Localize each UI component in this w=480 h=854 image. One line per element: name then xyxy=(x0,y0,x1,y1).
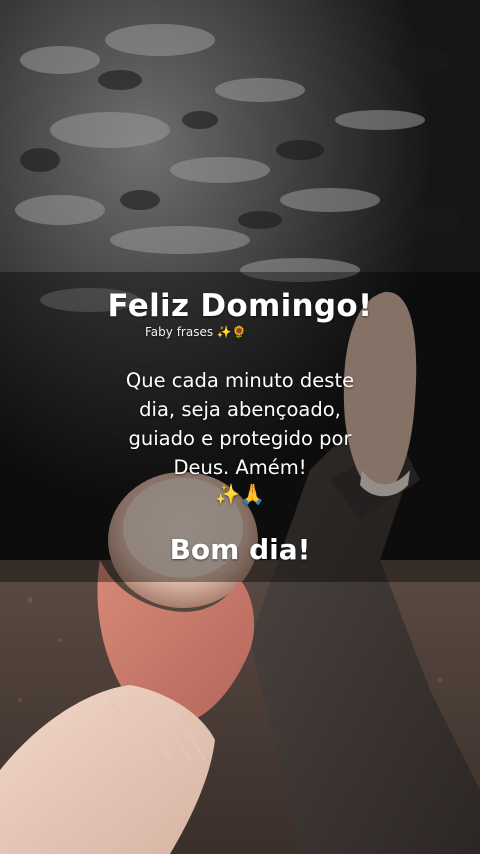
blessing-message: Que cada minuto deste dia, seja abençoad… xyxy=(90,366,390,482)
sparkles-icon: ✨ xyxy=(215,482,240,506)
story-screen: Feliz Domingo! Faby frases ✨🌻 Que cada m… xyxy=(0,0,480,854)
sunflower-icon: 🌻 xyxy=(231,325,247,339)
message-line: dia, seja abençoado, xyxy=(139,398,341,421)
message-emojis: ✨🙏 xyxy=(0,482,480,506)
closing-greeting: Bom dia! xyxy=(169,533,311,566)
praying-hands-icon: 🙏 xyxy=(240,482,265,506)
greeting-title: Feliz Domingo! xyxy=(107,288,373,324)
message-line: Que cada minuto deste xyxy=(125,369,355,392)
story-text: Feliz Domingo! Faby frases ✨🌻 Que cada m… xyxy=(0,0,480,854)
message-line: Deus. Amém! xyxy=(173,456,307,479)
message-line: guiado e protegido por xyxy=(128,427,352,450)
sparkles-icon: ✨ xyxy=(216,325,232,339)
author-credit: Faby frases ✨🌻 xyxy=(145,325,247,339)
author-name: Faby frases xyxy=(145,325,214,339)
